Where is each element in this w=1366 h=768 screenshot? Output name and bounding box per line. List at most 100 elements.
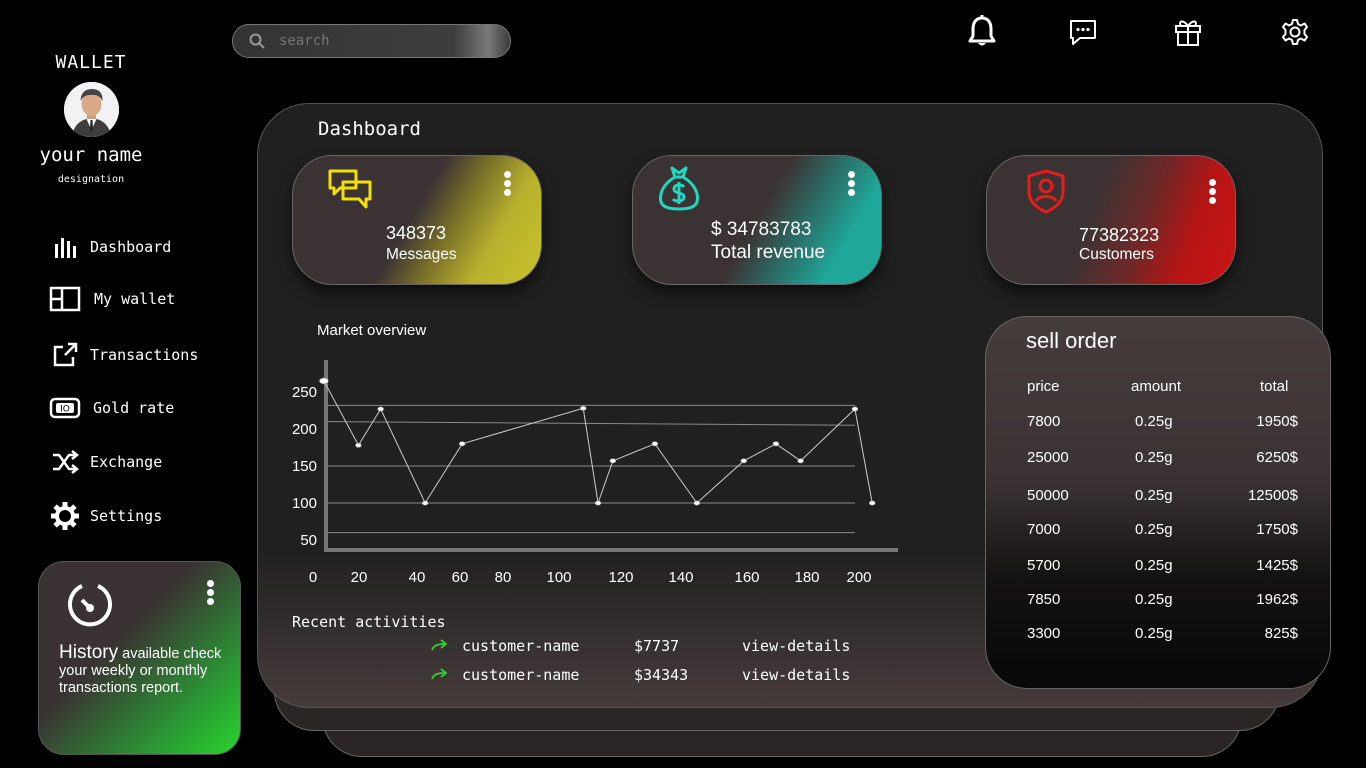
search-bar[interactable] [232,24,511,58]
nav-item-gold-rate[interactable]: IO Gold rate [48,391,174,425]
bar-chart-icon [48,232,82,262]
recent-activities-title: Recent activities [292,613,446,631]
x-tick-label: 160 [734,569,759,586]
stat-menu-button[interactable] [502,171,512,196]
data-point [693,500,701,506]
stat-card-messages[interactable]: 348373 Messages [292,155,542,285]
nav-item-exchange[interactable]: Exchange [48,445,162,479]
nav-item-dashboard[interactable]: Dashboard [48,230,171,264]
sell-cell-amount: 0.25g [1135,521,1173,538]
history-menu-button[interactable] [205,580,215,605]
page-title: Dashboard [318,118,421,140]
y-axis [324,360,328,552]
stat-card-customers[interactable]: 77382323 Customers [986,155,1236,285]
data-point [421,500,429,506]
stat-value: $ 34783783 [711,219,812,240]
x-tick-label: 60 [452,569,469,586]
sell-cell-total: 825$ [1264,625,1298,642]
x-tick-label: 40 [409,569,426,586]
data-point [797,458,804,464]
sell-cell-total: 6250$ [1256,449,1298,466]
gift-icon[interactable] [1170,14,1206,50]
data-point [594,500,602,506]
shield-user-icon [1027,169,1065,214]
sell-cell-total: 1962$ [1256,591,1298,608]
external-link-icon [48,340,82,370]
view-details-link[interactable]: view-details [742,666,850,684]
sell-cell-amount: 0.25g [1135,557,1173,574]
brand-title: WALLET [55,52,127,73]
nav-item-my-wallet[interactable]: My wallet [48,282,175,316]
stat-label: Customers [1079,246,1154,263]
x-tick-label: 0 [309,569,317,586]
nav-label: Transactions [90,346,199,364]
transfer-arrow-icon [431,668,448,680]
banknote-icon: IO [48,393,82,423]
sell-cell-total: 12500$ [1247,487,1298,504]
market-overview-title: Market overview [317,322,427,339]
activity-customer-name: customer-name [462,666,580,684]
nav-label: Settings [90,507,163,525]
view-details-link[interactable]: view-details [742,637,850,655]
nav-label: Dashboard [90,238,172,256]
history-text: History available check your weekly or m… [59,642,229,697]
sell-cell-total: 1425$ [1256,557,1298,574]
history-text-2: your weekly or monthly transactions repo… [59,663,208,696]
stat-label: Total revenue [711,242,826,263]
market-chart: 50 100 150 200 250 0 20 40 60 80 100 120 140 160 180 2… [292,360,898,586]
message-icon[interactable] [1065,14,1101,50]
sell-cell-total: 1950$ [1256,413,1298,430]
x-tick-label: 200 [846,569,871,586]
stat-card-revenue[interactable]: $ 34783783 Total revenue [632,155,882,285]
data-point [740,458,748,464]
sell-cell-amount: 0.25g [1135,413,1173,430]
sell-order-title: sell order [1026,328,1117,353]
bell-icon[interactable] [964,14,1000,50]
money-bag-icon [659,166,699,211]
avatar[interactable] [64,82,119,137]
user-name: your name [39,144,143,166]
sell-cell-price: 7800 [1027,413,1061,430]
activity-amount: $7737 [634,637,680,655]
nav-item-settings[interactable]: Settings [48,499,162,533]
data-point [772,441,780,447]
chat-icon [328,169,372,209]
history-title: History [59,642,119,663]
sell-header-price: price [1027,378,1060,395]
user-avatar-icon [64,82,119,137]
stat-menu-button[interactable] [1207,179,1217,204]
y-tick-label: 200 [292,421,317,438]
sell-cell-price: 50000 [1027,487,1069,504]
sell-cell-total: 1750$ [1256,521,1298,538]
grid-line [327,421,856,426]
sell-header-total: total [1260,378,1289,395]
history-card[interactable]: History available check your weekly or m… [38,561,241,755]
sell-cell-price: 5700 [1027,557,1061,574]
y-tick-label: 150 [292,458,317,475]
nav-item-transactions[interactable]: Transactions [48,338,198,372]
user-designation: designation [57,174,125,185]
sell-header-amount: amount [1131,378,1182,395]
search-icon [249,33,265,49]
sell-cell-price: 7000 [1027,521,1061,538]
y-tick-label: 50 [300,532,317,549]
data-point [851,406,859,412]
transfer-arrow-icon [431,639,448,651]
stat-menu-button[interactable] [846,171,856,196]
svg-text:IO: IO [60,405,70,415]
x-tick-label: 100 [546,569,571,586]
timer-icon [68,584,112,627]
activity-amount: $34343 [634,666,689,684]
data-point [355,442,362,448]
search-input[interactable] [277,32,481,50]
data-point [609,458,617,464]
sell-cell-amount: 0.25g [1135,487,1173,504]
nav-label: Exchange [90,453,163,471]
stat-label: Messages [386,246,457,263]
sell-cell-price: 25000 [1027,449,1069,466]
x-tick-label: 120 [608,569,633,586]
settings-icon[interactable] [1277,14,1313,50]
x-tick-label: 180 [794,569,819,586]
data-point [868,500,876,506]
data-point [458,441,466,447]
